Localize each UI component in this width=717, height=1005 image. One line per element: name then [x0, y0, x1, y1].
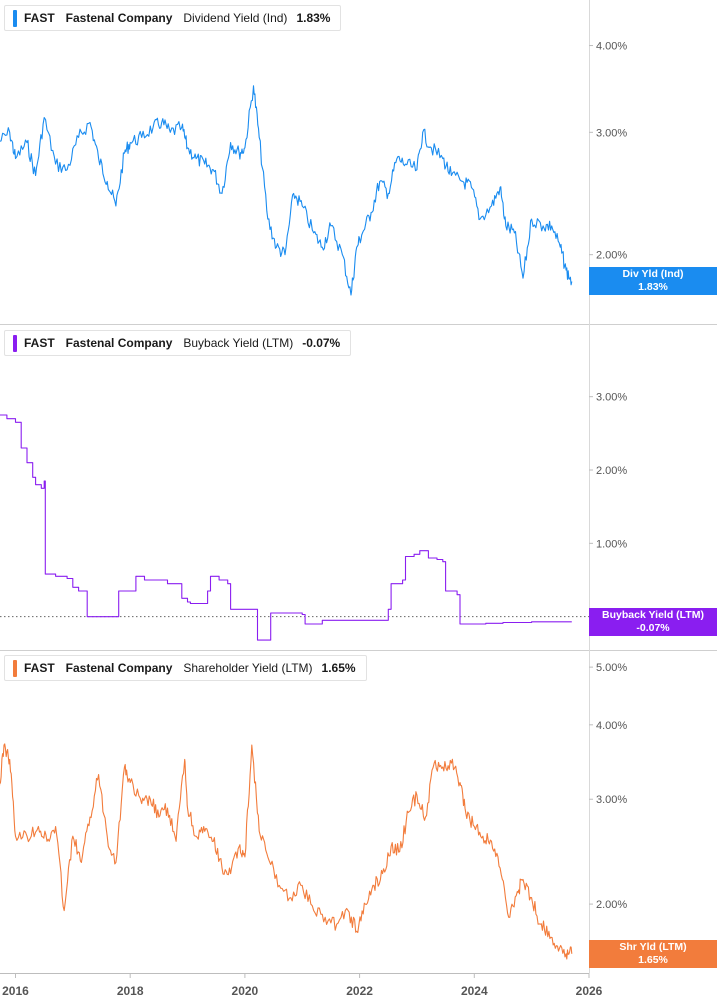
series-color-swatch — [13, 659, 17, 677]
x-tick-label: 2022 — [346, 984, 373, 998]
y-tick-label: 2.00% — [596, 250, 627, 262]
y-tick-label: 3.00% — [596, 127, 627, 139]
x-tick-label: 2018 — [117, 984, 144, 998]
x-tick-label: 2020 — [232, 984, 259, 998]
badge-series-name: Shr Yld (LTM) — [619, 941, 687, 953]
company-label: Fastenal Company — [65, 336, 173, 350]
axis-layer: 4.00% 3.00% 2.00% 3.00% 2.00% 1.00% 5.00% 4.00%… — [0, 41, 717, 911]
x-tick-label: 2026 — [576, 984, 603, 998]
last-value-badge-buyback-yield: Buyback Yield (LTM) -0.07% — [589, 608, 717, 636]
badge-series-name: Div Yld (Ind) — [622, 268, 684, 280]
series-line — [0, 85, 573, 296]
y-tick-label: 3.00% — [596, 392, 627, 404]
metric-label: Dividend Yield (Ind) — [183, 11, 288, 25]
legend-dividend-yield[interactable]: FAST Fastenal Company Dividend Yield (In… — [4, 5, 342, 31]
last-value-badge-dividend-yield: Div Yld (Ind) 1.83% — [589, 267, 717, 295]
x-tick-label: 2016 — [2, 984, 29, 998]
badge-series-value: 1.65% — [638, 954, 668, 966]
series-line — [0, 414, 572, 641]
ticker-label: FAST — [24, 336, 55, 350]
y-tick-label: 4.00% — [596, 720, 627, 732]
panel-separators — [0, 0, 717, 973]
last-value-badge-shareholder-yield: Shr Yld (LTM) 1.65% — [589, 940, 717, 968]
legend-buyback-yield[interactable]: FAST Fastenal Company Buyback Yield (LTM… — [4, 330, 352, 356]
metric-value: -0.07% — [302, 336, 341, 350]
y-tick-label: 1.00% — [596, 538, 627, 550]
y-tick-label: 5.00% — [596, 662, 627, 674]
company-label: Fastenal Company — [65, 11, 173, 25]
metric-label: Shareholder Yield (LTM) — [183, 661, 313, 675]
series-line — [0, 743, 573, 960]
badge-series-value: 1.83% — [638, 281, 668, 293]
company-label: Fastenal Company — [65, 661, 173, 675]
badge-series-name: Buyback Yield (LTM) — [602, 609, 704, 621]
badge-series-value: -0.07% — [636, 622, 670, 634]
y-tick-label: 3.00% — [596, 794, 627, 806]
legend-shareholder-yield[interactable]: FAST Fastenal Company Shareholder Yield … — [4, 655, 367, 681]
x-axis: 2016 2018 2020 2022 2024 2026 — [0, 973, 603, 998]
y-tick-label: 4.00% — [596, 41, 627, 53]
series-layer — [0, 85, 573, 960]
series-color-swatch — [13, 9, 17, 27]
metric-value: 1.83% — [296, 11, 331, 25]
y-tick-label: 2.00% — [596, 465, 627, 477]
metric-label: Buyback Yield (LTM) — [183, 336, 294, 350]
x-tick-label: 2024 — [461, 984, 488, 998]
series-color-swatch — [13, 334, 17, 352]
ticker-label: FAST — [24, 661, 55, 675]
metric-value: 1.65% — [321, 661, 356, 675]
ticker-label: FAST — [24, 11, 55, 25]
chart-canvas: 4.00% 3.00% 2.00% 3.00% 2.00% 1.00% 5.00% 4.00%… — [0, 0, 717, 998]
y-tick-label: 2.00% — [596, 899, 627, 911]
